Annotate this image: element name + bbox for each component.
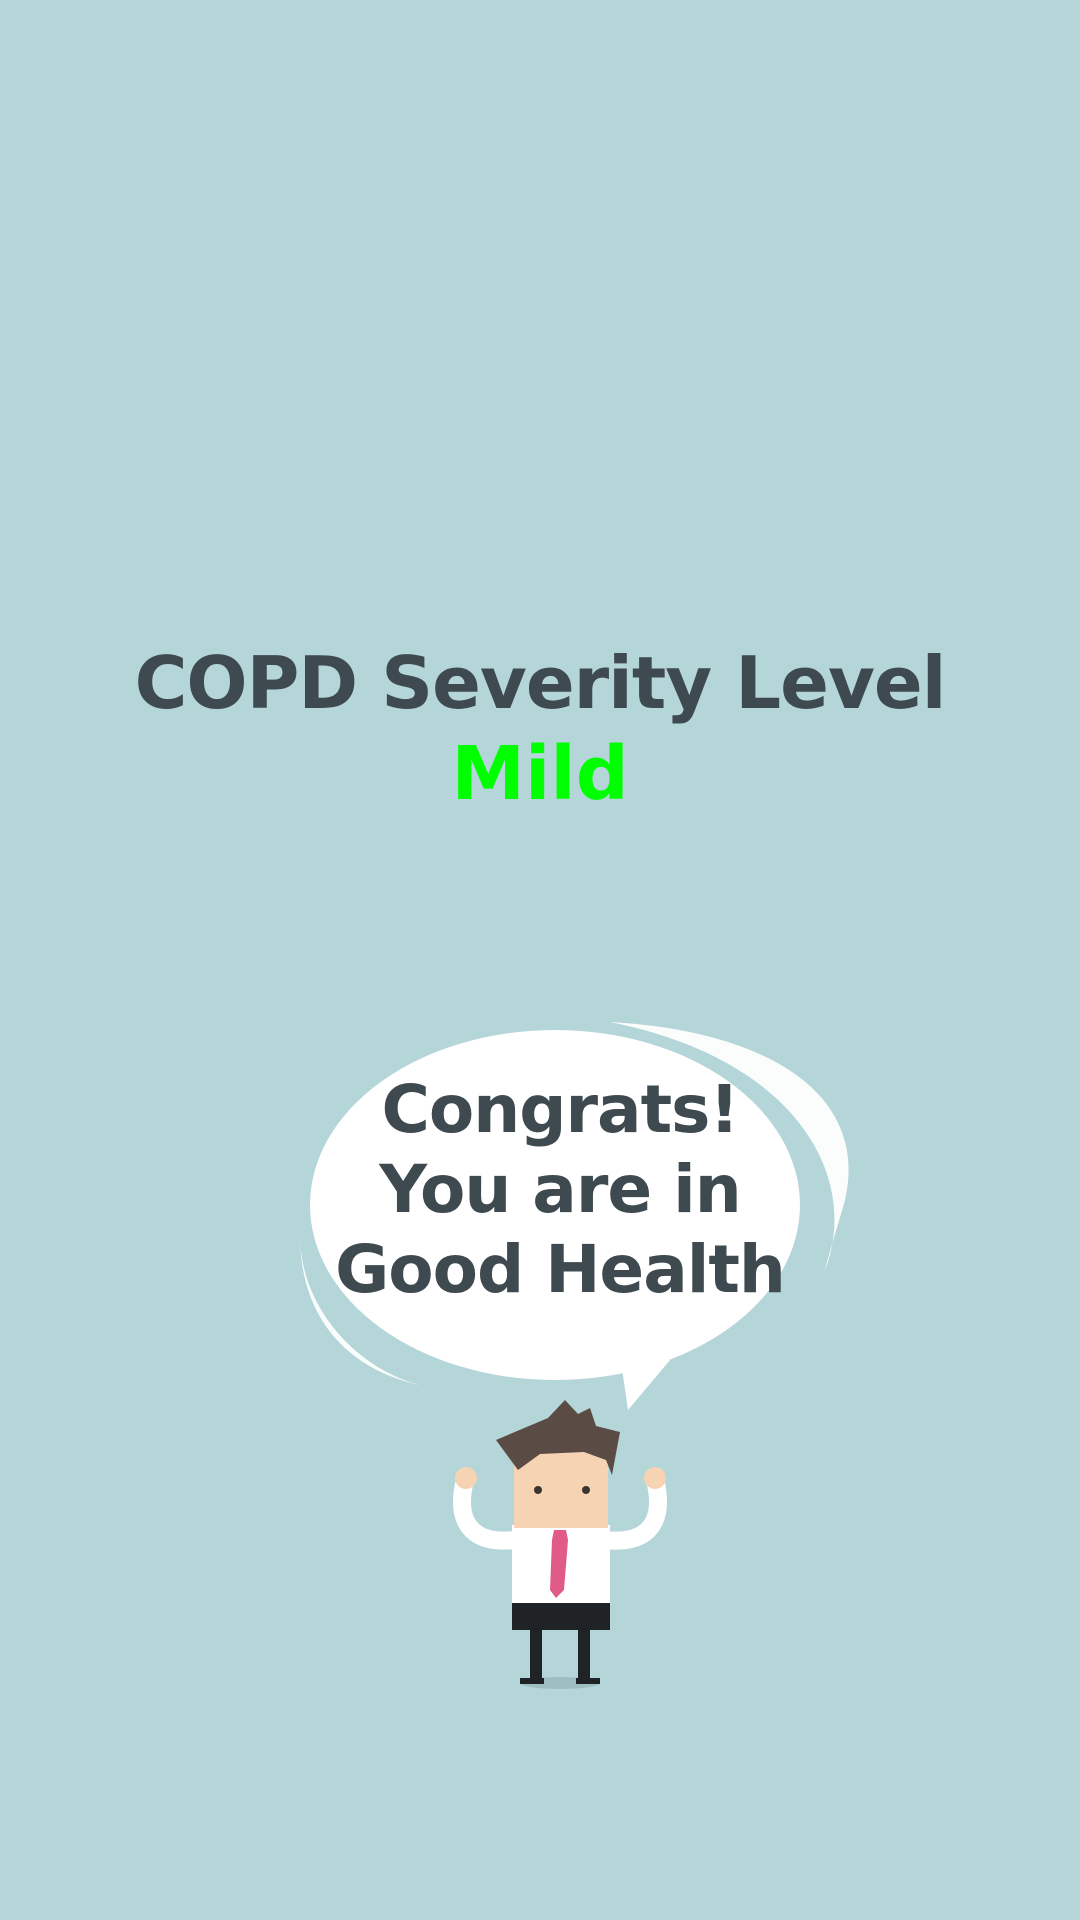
- result-screen: COPD Severity Level Mild Congrats! You a…: [0, 0, 1080, 1920]
- severity-level: Mild: [451, 731, 629, 818]
- result-heading: COPD Severity Level Mild: [0, 640, 1080, 819]
- good-health-line-1: You are in: [379, 1151, 741, 1228]
- severity-title: COPD Severity Level: [134, 641, 947, 725]
- congrats-line: Congrats!: [381, 1071, 739, 1148]
- businessman-icon: [453, 1400, 667, 1689]
- congrats-message: Congrats! You are in Good Health: [300, 1070, 820, 1310]
- good-health-line-2: Good Health: [335, 1231, 786, 1308]
